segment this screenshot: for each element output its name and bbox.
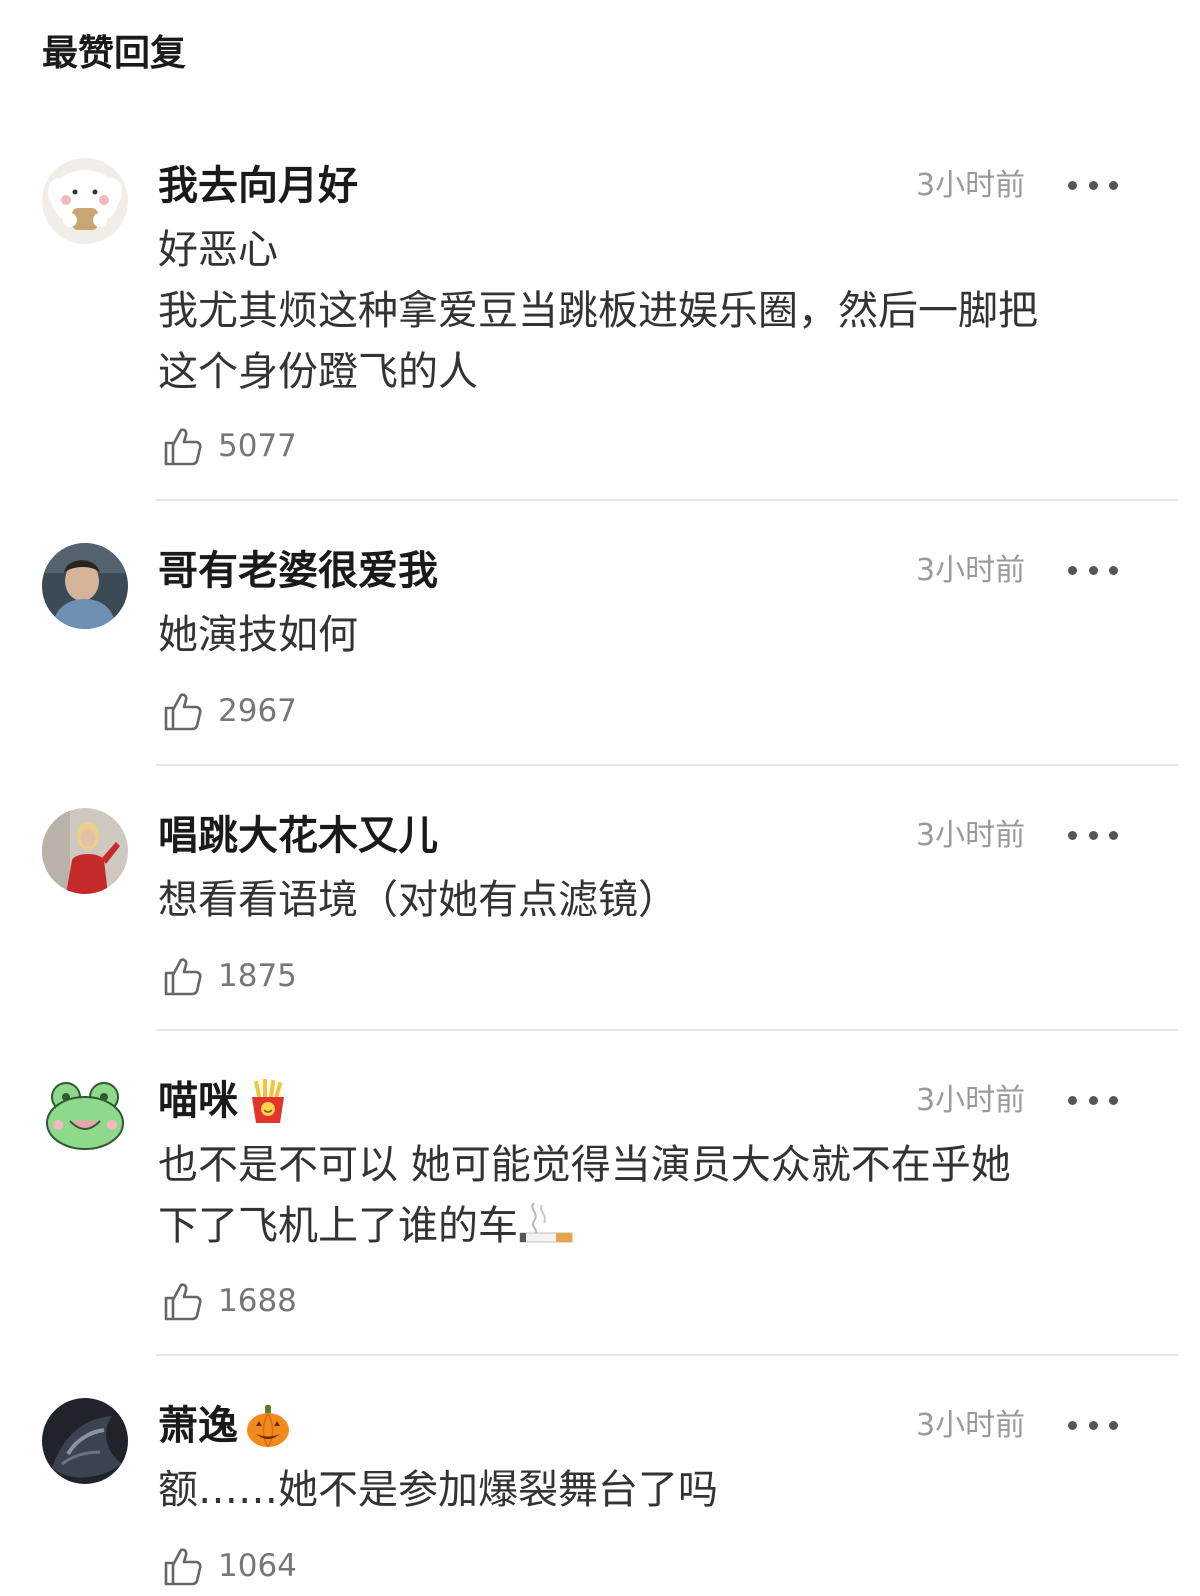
username[interactable]: 哥有老婆很爱我 bbox=[158, 543, 438, 599]
comment-item: 哥有老婆很爱我 3小时前 她演技如何 2967 bbox=[0, 543, 1200, 743]
comment-item: 萧逸 3小时前 额……她不是参加爆裂舞台了吗 1064 bbox=[0, 1398, 1200, 1596]
avatar[interactable] bbox=[42, 1398, 128, 1484]
divider bbox=[156, 1354, 1178, 1356]
avatar[interactable] bbox=[42, 808, 128, 894]
username-text: 萧逸 bbox=[158, 1403, 238, 1449]
thumbs-up-icon bbox=[164, 693, 202, 731]
pumpkin-emoji bbox=[247, 1405, 289, 1448]
cigarette-icon bbox=[519, 1202, 573, 1243]
comment-text: 她演技如何 bbox=[158, 605, 1148, 666]
timestamp: 3小时前 bbox=[916, 168, 1026, 203]
like-count: 1875 bbox=[218, 958, 297, 994]
more-button[interactable] bbox=[1068, 1085, 1118, 1115]
more-dots-icon bbox=[1068, 1095, 1077, 1105]
like-button[interactable]: 1875 bbox=[160, 954, 297, 998]
timestamp: 3小时前 bbox=[916, 1408, 1026, 1443]
comment-line: 下了飞机上了谁的车 bbox=[158, 1196, 1148, 1257]
like-count: 1064 bbox=[218, 1548, 297, 1584]
comment-line: 好恶心 bbox=[158, 227, 278, 273]
comment-line: 也不是不可以 她可能觉得当演员大众就不在乎她 bbox=[158, 1142, 1011, 1188]
comment-text: 额……她不是参加爆裂舞台了吗 bbox=[158, 1460, 1148, 1521]
timestamp: 3小时前 bbox=[916, 818, 1026, 853]
thumbs-up-icon bbox=[164, 958, 202, 996]
divider bbox=[156, 1029, 1178, 1031]
like-count: 1688 bbox=[218, 1283, 297, 1319]
like-button[interactable]: 5077 bbox=[160, 424, 297, 468]
more-dots-icon bbox=[1068, 180, 1077, 190]
more-button[interactable] bbox=[1068, 820, 1118, 850]
thumbs-up-icon bbox=[164, 428, 202, 466]
comment-text: 也不是不可以 她可能觉得当演员大众就不在乎她 下了飞机上了谁的车 bbox=[158, 1135, 1148, 1257]
username[interactable]: 我去向月好 bbox=[158, 158, 358, 214]
comment-line-text: 下了飞机上了谁的车 bbox=[158, 1203, 518, 1249]
username-text: 我去向月好 bbox=[158, 163, 358, 209]
thumbs-up-icon bbox=[164, 1548, 202, 1586]
more-button[interactable] bbox=[1068, 1410, 1118, 1440]
avatar[interactable] bbox=[42, 543, 128, 629]
username[interactable]: 唱跳大花木又儿 bbox=[158, 808, 438, 864]
username-text: 唱跳大花木又儿 bbox=[158, 813, 438, 859]
like-button[interactable]: 1064 bbox=[160, 1544, 297, 1588]
more-button[interactable] bbox=[1068, 170, 1118, 200]
like-button[interactable]: 1688 bbox=[160, 1279, 297, 1323]
avatar[interactable] bbox=[42, 1073, 128, 1159]
comment-text: 想看看语境（对她有点滤镜） bbox=[158, 870, 1148, 931]
more-dots-icon bbox=[1068, 830, 1077, 840]
fries-emoji bbox=[252, 1079, 284, 1123]
comment-line: 这个身份蹬飞的人 bbox=[158, 349, 478, 395]
more-button[interactable] bbox=[1068, 555, 1118, 585]
comment-line: 额……她不是参加爆裂舞台了吗 bbox=[158, 1467, 718, 1513]
timestamp: 3小时前 bbox=[916, 553, 1026, 588]
comment-item: 喵咪 3小时前 也不是不可以 她可能觉得当演员大众就不在乎她 下了飞机上了谁的车 bbox=[0, 1073, 1200, 1333]
comment-item: 我去向月好 3小时前 好恶心 我尤其烦这种拿爱豆当跳板进娱乐圈，然后一脚把 这个… bbox=[0, 158, 1200, 466]
like-count: 2967 bbox=[218, 693, 297, 729]
thumbs-up-icon bbox=[164, 1283, 202, 1321]
like-button[interactable]: 2967 bbox=[160, 689, 297, 733]
username-text: 喵咪 bbox=[158, 1078, 238, 1124]
like-count: 5077 bbox=[218, 428, 297, 464]
more-dots-icon bbox=[1068, 1420, 1077, 1430]
timestamp: 3小时前 bbox=[916, 1083, 1026, 1118]
username[interactable]: 萧逸 bbox=[158, 1398, 292, 1454]
username-text: 哥有老婆很爱我 bbox=[158, 548, 438, 594]
divider bbox=[156, 499, 1178, 501]
divider bbox=[156, 764, 1178, 766]
more-dots-icon bbox=[1068, 565, 1077, 575]
avatar[interactable] bbox=[42, 158, 128, 244]
comment-text: 好恶心 我尤其烦这种拿爱豆当跳板进娱乐圈，然后一脚把 这个身份蹬飞的人 bbox=[158, 220, 1148, 403]
comment-line: 想看看语境（对她有点滤镜） bbox=[158, 877, 678, 923]
username[interactable]: 喵咪 bbox=[158, 1073, 292, 1129]
comment-line: 她演技如何 bbox=[158, 612, 358, 658]
section-title: 最赞回复 bbox=[42, 33, 187, 74]
comment-item: 唱跳大花木又儿 3小时前 想看看语境（对她有点滤镜） 1875 bbox=[0, 808, 1200, 1008]
comment-line: 我尤其烦这种拿爱豆当跳板进娱乐圈，然后一脚把 bbox=[158, 288, 1038, 334]
